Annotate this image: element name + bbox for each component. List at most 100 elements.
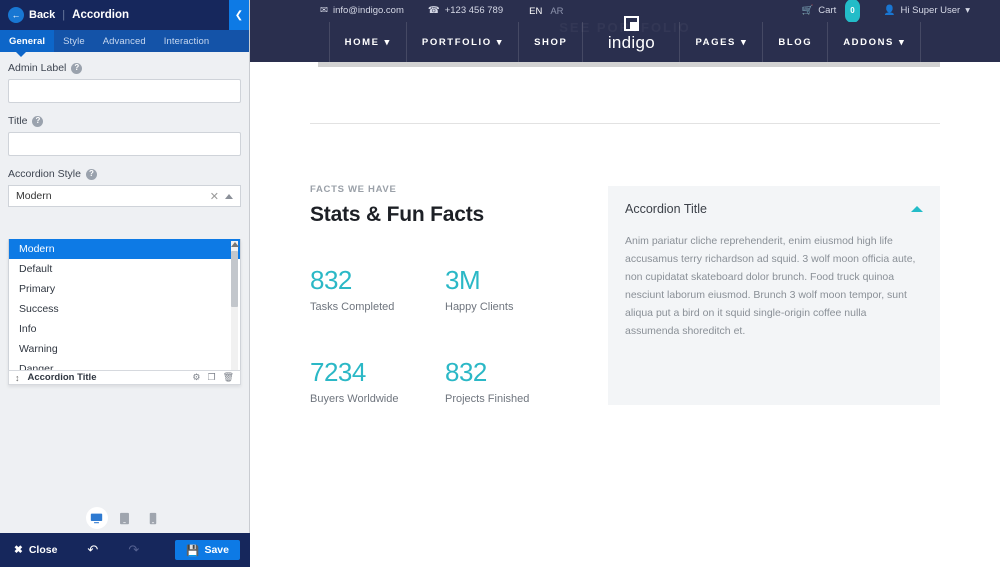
stat-item: 3M Happy Clients [445,265,580,313]
help-icon[interactable]: ? [32,116,43,127]
save-button-label: Save [204,544,229,556]
user-menu[interactable]: 👤 Hi Super User ▾ [872,0,982,22]
option-warning[interactable]: Warning [9,339,240,359]
close-button-label: Close [29,544,58,556]
tab-advanced[interactable]: Advanced [94,30,155,52]
topbar-contact-group: ✉ info@indigo.com ☎ +123 456 789 EN AR [308,0,564,22]
undo-button[interactable]: ↶ [87,542,98,558]
accordion-style-label: Accordion Style ? [8,168,241,180]
section-eyebrow: FACTS WE HAVE [310,184,580,195]
nav-item-label: PAGES [695,37,736,48]
topbar-language-switcher: EN AR [515,6,563,17]
chevron-left-icon: ❮ [235,10,243,21]
settings-tabs: General Style Advanced Interaction [0,30,249,52]
close-button[interactable]: ✖ Close [14,544,57,556]
help-icon[interactable]: ? [86,169,97,180]
stat-number: 832 [310,265,445,296]
undo-icon: ↶ [87,542,98,557]
indigo-square-mark [624,16,639,31]
cart-label: Cart [818,0,836,22]
field-admin-label: Admin Label ? [8,62,241,103]
topbar-phone-text: +123 456 789 [445,0,503,22]
admin-label-label: Admin Label ? [8,62,241,74]
section-headline: Stats & Fun Facts [310,203,580,227]
stat-label: Projects Finished [445,393,580,405]
chevron-down-icon: ▾ [497,37,503,48]
tab-style[interactable]: Style [54,30,94,52]
cart-button[interactable]: 🛒 Cart 0 [789,0,871,22]
collapse-panel-button[interactable]: ❮ [229,0,249,30]
trash-icon[interactable]: 🗑 [223,372,234,383]
chevron-down-icon: ▾ [741,37,747,48]
chevron-down-icon: ▾ [965,0,970,22]
redo-button[interactable]: ↷ [128,542,139,558]
panel-header: ← Back | Accordion ❮ [0,0,249,30]
stat-item: 832 Projects Finished [445,357,580,405]
desktop-icon[interactable] [86,507,108,529]
option-modern[interactable]: Modern [9,239,240,259]
nav-item-label: ADDONS [843,37,894,48]
accordion-body-text: Anim pariatur cliche reprehenderit, enim… [625,232,923,340]
option-success[interactable]: Success [9,299,240,319]
lang-en[interactable]: EN [529,6,542,17]
header-separator: | [62,9,65,21]
nav-item-label: HOME [345,37,380,48]
option-default[interactable]: Default [9,259,240,279]
device-preview-switcher [0,503,249,533]
title-input[interactable] [8,132,241,156]
site-logo-text: indigo [608,33,655,53]
two-column-layout: FACTS WE HAVE Stats & Fun Facts 832 Task… [310,184,940,405]
tablet-icon[interactable] [114,507,136,529]
nav-item-blog[interactable]: BLOG [763,22,828,62]
close-icon[interactable]: ✕ [210,190,219,203]
save-button[interactable]: 💾 Save [175,540,240,560]
admin-label-input[interactable] [8,79,241,103]
drag-handle-icon[interactable]: ↕ [15,373,20,383]
tab-general[interactable]: General [0,30,54,52]
dropdown-scrollbar[interactable] [231,241,238,382]
tab-interaction[interactable]: Interaction [155,30,218,52]
settings-form: Admin Label ? Title ? Accordion Style ? [0,52,249,522]
page-preview: ✉ info@indigo.com ☎ +123 456 789 EN AR 🛒… [250,0,1000,567]
gear-icon[interactable]: ⚙ [192,372,200,383]
option-primary[interactable]: Primary [9,279,240,299]
topbar-email[interactable]: ✉ info@indigo.com [308,0,416,22]
stat-item: 7234 Buyers Worldwide [310,357,445,405]
copy-icon[interactable]: ❐ [207,372,215,383]
panel-title: Accordion [72,9,129,21]
mobile-icon[interactable] [142,507,164,529]
accordion-child-item-row[interactable]: ↕ Accordion Title ⚙ ❐ 🗑 [8,370,241,385]
cart-icon: 🛒 [801,0,813,22]
option-info[interactable]: Info [9,319,240,339]
redo-icon: ↷ [128,542,139,557]
caret-up-icon[interactable] [225,194,233,199]
stat-label: Tasks Completed [310,301,445,313]
child-item-actions: ⚙ ❐ 🗑 [192,372,234,383]
nav-item-portfolio[interactable]: PORTFOLIO ▾ [407,22,519,62]
close-x-icon: ✖ [14,544,23,556]
lang-ar[interactable]: AR [550,6,563,17]
page-content: FACTS WE HAVE Stats & Fun Facts 832 Task… [250,67,1000,405]
phone-icon: ☎ [428,0,440,22]
accordion-style-select[interactable]: Modern ✕ [8,185,241,207]
nav-item-addons[interactable]: ADDONS ▾ [828,22,921,62]
accordion-style-dropdown[interactable]: Modern Default Primary Success Info Warn… [8,239,241,385]
dropdown-scroll-thumb[interactable] [231,251,238,307]
back-button[interactable]: ← Back [8,7,55,23]
stat-number: 832 [445,357,580,388]
accordion-style-option-list: Modern Default Primary Success Info Warn… [9,239,240,384]
stat-number: 7234 [310,357,445,388]
arrow-left-icon: ← [8,7,24,23]
accordion-header[interactable]: Accordion Title [625,202,923,216]
scroll-up-icon[interactable] [231,242,239,247]
chevron-down-icon: ▾ [385,37,391,48]
accordion-title: Accordion Title [625,202,707,216]
nav-group-right: PAGES ▾ BLOG ADDONS ▾ [679,22,921,62]
nav-item-home[interactable]: HOME ▾ [329,22,407,62]
cart-count-badge: 0 [845,0,859,23]
site-logo[interactable]: indigo [583,14,679,54]
caret-up-icon[interactable] [911,206,923,212]
topbar-phone[interactable]: ☎ +123 456 789 [416,0,515,22]
nav-item-pages[interactable]: PAGES ▾ [679,22,763,62]
help-icon[interactable]: ? [71,63,82,74]
